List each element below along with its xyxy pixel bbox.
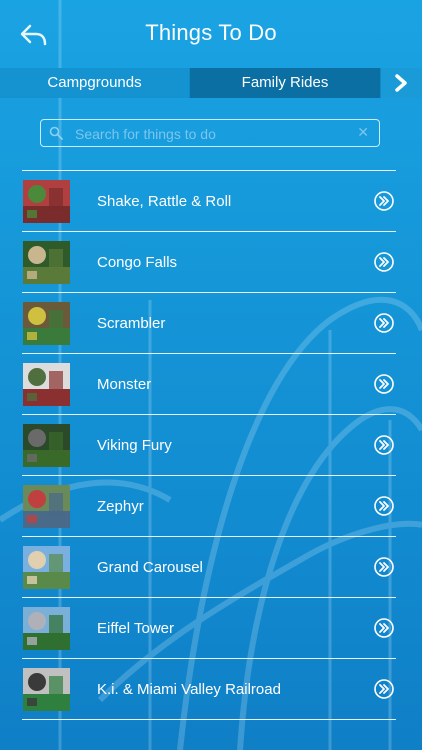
circle-chevron-right-icon[interactable] [374,435,394,455]
list-item-label: Eiffel Tower [97,620,174,637]
ride-thumbnail [23,485,70,528]
header: Things To Do [0,0,422,68]
list-item[interactable]: K.i. & Miami Valley Railroad [22,659,396,720]
list-item[interactable]: Scrambler [22,293,396,354]
list-item[interactable]: Grand Carousel [22,537,396,598]
clear-icon[interactable]: ✕ [357,124,369,141]
rides-list: Shake, Rattle & Roll Congo Falls Scrambler… [22,170,396,720]
tab-family-rides[interactable]: Family Rides [190,68,380,98]
list-item-label: Shake, Rattle & Roll [97,193,232,210]
circle-chevron-right-icon[interactable] [374,252,394,272]
circle-chevron-right-icon[interactable] [374,496,394,516]
ride-thumbnail [23,546,70,589]
list-item[interactable]: Monster [22,354,396,415]
circle-chevron-right-icon[interactable] [374,679,394,699]
search-box: ✕ [40,119,380,147]
list-item-label: K.i. & Miami Valley Railroad [97,681,281,698]
circle-chevron-right-icon[interactable] [374,313,394,333]
list-item[interactable]: Viking Fury [22,415,396,476]
ride-thumbnail [23,668,70,711]
ride-thumbnail [23,363,70,406]
ride-thumbnail [23,302,70,345]
circle-chevron-right-icon[interactable] [374,557,394,577]
list-item-label: Scrambler [97,315,166,332]
list-item-label: Grand Carousel [97,559,203,576]
circle-chevron-right-icon[interactable] [374,618,394,638]
list-item[interactable]: Congo Falls [22,232,396,293]
list-item-label: Congo Falls [97,254,178,271]
list-item-label: Zephyr [97,498,144,515]
circle-chevron-right-icon[interactable] [374,191,394,211]
list-item-label: Monster [97,376,152,393]
tabs-more-button[interactable] [381,68,422,98]
ride-thumbnail [23,607,70,650]
list-item[interactable]: Shake, Rattle & Roll [22,171,396,232]
chevron-right-icon [395,74,407,92]
search-icon [49,126,63,140]
ride-thumbnail [23,180,70,223]
page-title: Things To Do [145,20,277,45]
circle-chevron-right-icon[interactable] [374,374,394,394]
search-input[interactable] [73,123,357,145]
tab-bar: Campgrounds Family Rides [0,68,422,98]
ride-thumbnail [23,424,70,467]
ride-thumbnail [23,241,70,284]
list-item[interactable]: Zephyr [22,476,396,537]
list-item[interactable]: Eiffel Tower [22,598,396,659]
list-item-label: Viking Fury [97,437,172,454]
tab-campgrounds[interactable]: Campgrounds [0,68,189,98]
